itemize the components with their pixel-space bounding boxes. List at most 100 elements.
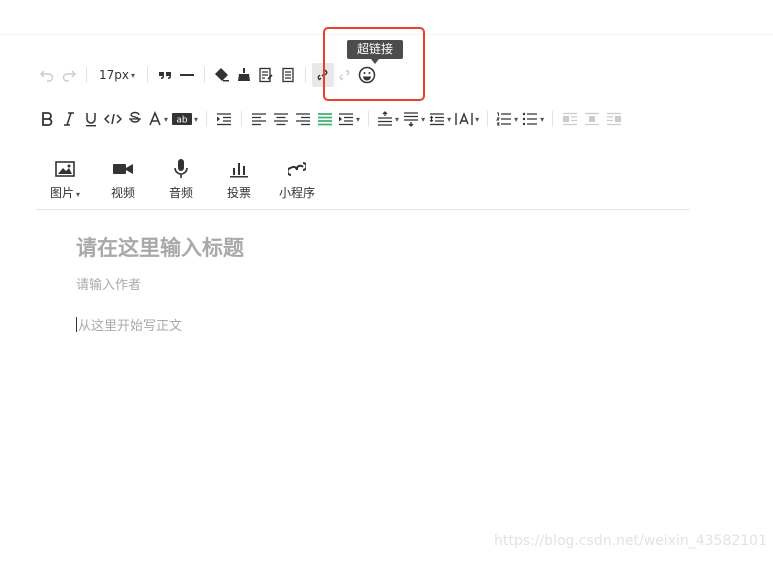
horizontal-rule-button[interactable] (176, 63, 198, 87)
body-editor[interactable]: 从这里开始写正文 (76, 315, 182, 334)
separator (368, 111, 370, 127)
separator (147, 67, 149, 83)
image-float-left-button[interactable] (559, 107, 581, 131)
media-toolbar: 图片 ▾ 视频 音频 投票 小程序 (36, 158, 326, 201)
author-input[interactable]: 请输入作者 (76, 274, 141, 293)
bold-button[interactable] (36, 107, 58, 131)
paragraph-spacing-bottom-button[interactable]: ▾ (401, 107, 427, 131)
emoji-button[interactable] (356, 63, 378, 87)
document-edit-icon (259, 67, 273, 83)
insert-mini-program-button[interactable]: 小程序 (268, 158, 326, 201)
chevron-down-icon: ▾ (421, 114, 426, 124)
spacing-top-icon (378, 111, 393, 126)
font-size-select[interactable]: 17px ▾ (93, 63, 141, 87)
broom-icon (238, 68, 251, 81)
chevron-down-icon: ▾ (395, 114, 400, 124)
unordered-list-button[interactable]: ▾ (520, 107, 546, 131)
unlink-button[interactable] (334, 63, 356, 87)
paragraph-indent-button[interactable]: ▾ (336, 107, 362, 131)
undo-button[interactable] (36, 63, 58, 87)
strikethrough-icon (129, 111, 141, 123)
insert-audio-label: 音频 (168, 186, 193, 200)
align-justify-button[interactable] (314, 107, 336, 131)
background-color-button[interactable]: ab ▾ (170, 107, 200, 131)
text-cursor (76, 317, 77, 332)
separator (206, 111, 208, 127)
auto-format-button[interactable] (255, 63, 277, 87)
svg-text:ab: ab (176, 116, 188, 126)
quote-icon (159, 72, 172, 79)
ordered-list-button[interactable]: ▾ (494, 107, 520, 131)
insert-audio-button[interactable]: 音频 (152, 158, 210, 201)
code-icon (104, 113, 122, 125)
align-left-icon (252, 113, 267, 126)
letter-spacing-icon (455, 112, 473, 125)
clear-format-button[interactable] (233, 63, 255, 87)
image-float-right-icon (607, 112, 622, 126)
align-right-icon (296, 113, 311, 126)
top-border (0, 34, 773, 35)
font-color-button[interactable]: ▾ (146, 107, 170, 131)
redo-button[interactable] (58, 63, 80, 87)
letter-spacing-button[interactable]: ▾ (453, 107, 481, 131)
strikethrough-button[interactable] (124, 107, 146, 131)
insert-video-label: 视频 (110, 186, 135, 200)
title-input[interactable]: 请在这里输入标题 (76, 232, 244, 262)
chevron-down-icon: ▾ (540, 114, 545, 124)
chevron-down-icon: ▾ (164, 114, 169, 124)
font-size-value: 17px (99, 68, 129, 82)
poll-icon (230, 158, 248, 180)
insert-poll-label: 投票 (226, 186, 251, 200)
watermark: https://blog.csdn.net/weixin_43582101 (493, 533, 767, 549)
chevron-down-icon: ▾ (475, 114, 480, 124)
line-height-button[interactable]: ▾ (427, 107, 453, 131)
blockquote-button[interactable] (154, 63, 176, 87)
bold-icon (42, 112, 53, 126)
underline-button[interactable] (80, 107, 102, 131)
template-button[interactable] (277, 63, 299, 87)
code-button[interactable] (102, 107, 124, 131)
format-painter-button[interactable] (211, 63, 233, 87)
video-icon (113, 158, 133, 180)
italic-icon (64, 112, 74, 126)
insert-image-label: 图片 (49, 186, 74, 200)
chevron-down-icon: ▾ (194, 114, 199, 124)
redo-icon (62, 70, 76, 82)
chevron-down-icon: ▾ (356, 114, 361, 124)
italic-button[interactable] (58, 107, 80, 131)
separator (86, 67, 87, 83)
toolbar-row-2: ▾ ab ▾ ▾ ▾ ▾ ▾ ▾ ▾ ▾ (36, 105, 625, 133)
insert-poll-button[interactable]: 投票 (210, 158, 268, 201)
insert-mini-program-label: 小程序 (278, 186, 315, 200)
align-right-button[interactable] (292, 107, 314, 131)
smiley-icon (358, 66, 376, 84)
insert-image-button[interactable]: 图片 ▾ (36, 158, 94, 201)
image-icon (55, 158, 75, 180)
chevron-down-icon: ▾ (131, 70, 136, 80)
link-icon (317, 69, 328, 81)
insert-video-button[interactable]: 视频 (94, 158, 152, 201)
align-left-button[interactable] (248, 107, 270, 131)
image-inline-button[interactable] (581, 107, 603, 131)
separator (241, 111, 243, 127)
indent-button[interactable] (213, 107, 235, 131)
image-float-right-button[interactable] (603, 107, 625, 131)
spacing-bottom-icon (404, 112, 419, 127)
align-center-button[interactable] (270, 107, 292, 131)
eraser-icon (215, 68, 230, 82)
undo-icon (40, 70, 54, 82)
line-height-icon (429, 113, 445, 126)
underline-icon (86, 113, 96, 127)
separator (305, 67, 307, 83)
microphone-icon (174, 158, 188, 180)
paragraph-spacing-top-button[interactable]: ▾ (375, 107, 401, 131)
document-icon (282, 67, 294, 83)
separator (487, 111, 489, 127)
hyperlink-button[interactable] (312, 63, 335, 87)
toolbar-row-1: 17px ▾ (36, 61, 378, 89)
chevron-down-icon: ▾ (514, 114, 519, 124)
toolbar-divider (36, 209, 690, 210)
mini-program-icon (288, 158, 306, 180)
highlight-icon: ab (172, 113, 193, 126)
align-justify-icon (318, 113, 333, 126)
